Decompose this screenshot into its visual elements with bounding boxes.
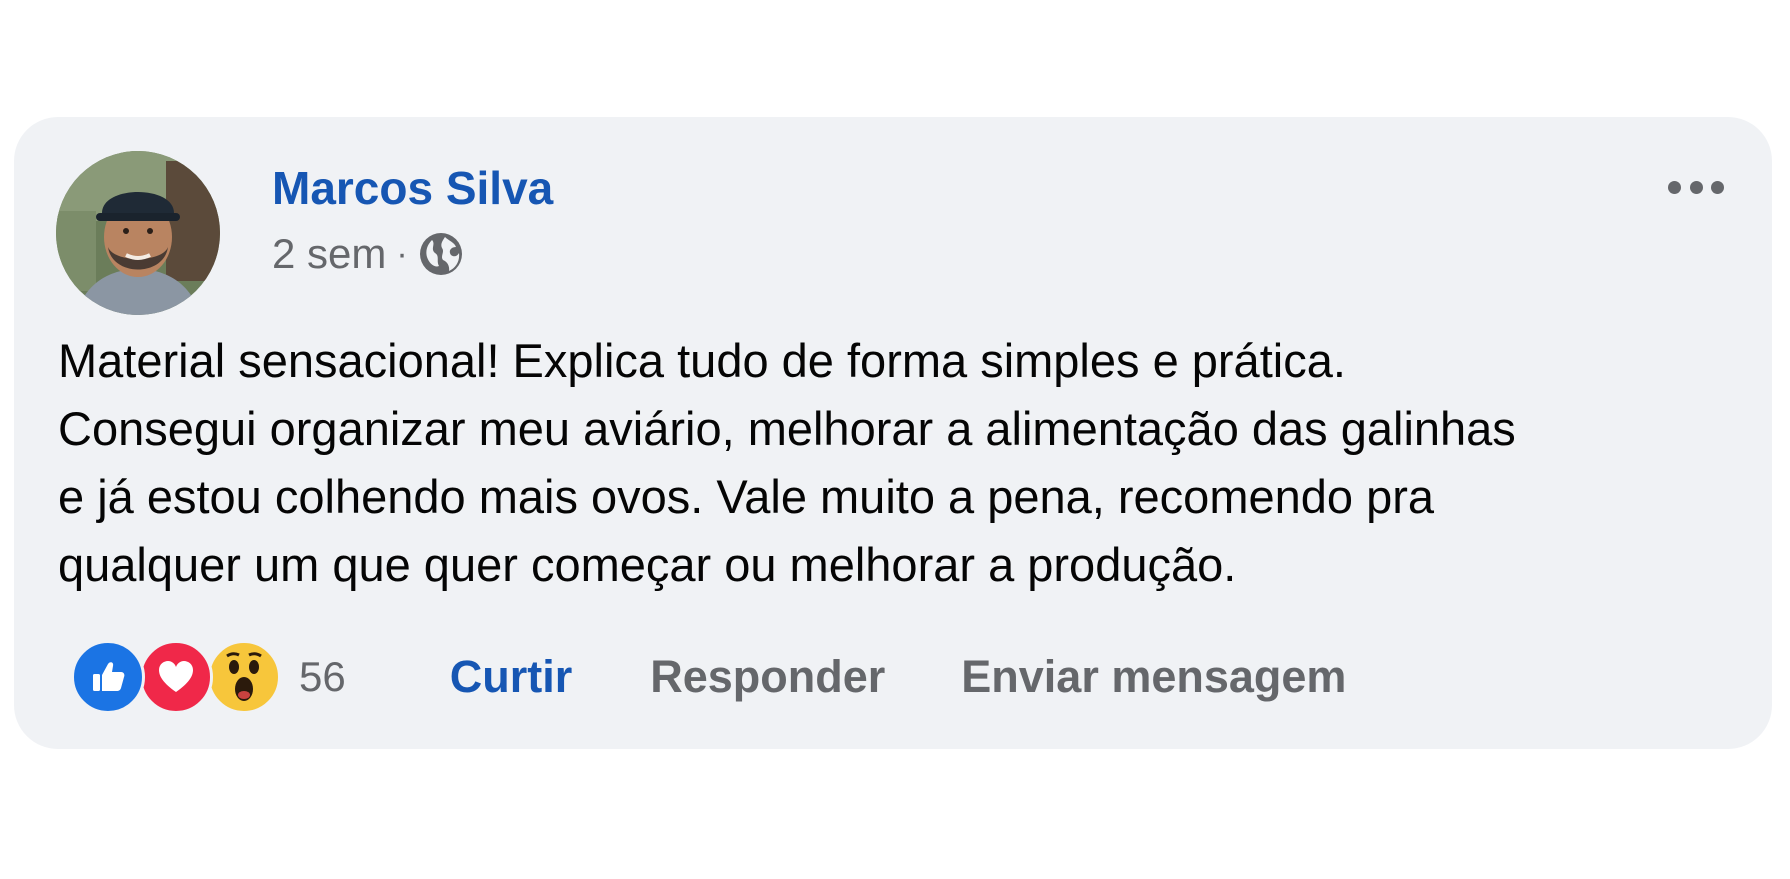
author-name[interactable]: Marcos Silva <box>272 165 553 211</box>
like-icon <box>71 640 145 714</box>
globe-icon <box>419 233 462 275</box>
reply-button[interactable]: Responder <box>650 651 885 703</box>
avatar[interactable] <box>56 151 220 315</box>
more-dot <box>1668 180 1681 194</box>
comment-text: Material sensacional! Explica tudo de fo… <box>58 334 1516 591</box>
love-icon <box>139 640 213 714</box>
reaction-count: 56 <box>299 653 346 700</box>
comment-card: Marcos Silva 2 sem · Material sensaciona… <box>14 117 1772 749</box>
more-dot <box>1689 180 1703 194</box>
more-options-button[interactable] <box>1668 175 1724 199</box>
more-dot <box>1711 180 1724 194</box>
meta-separator: · <box>396 235 408 273</box>
comment-actions: 56 Curtir Responder Enviar mensagem <box>71 637 1346 717</box>
send-message-button[interactable]: Enviar mensagem <box>961 651 1346 703</box>
reactions-summary[interactable]: 56 <box>71 640 346 714</box>
like-button[interactable]: Curtir <box>450 651 573 703</box>
post-meta: 2 sem · <box>272 231 464 277</box>
post-time[interactable]: 2 sem <box>272 233 386 275</box>
wow-icon <box>207 640 281 714</box>
